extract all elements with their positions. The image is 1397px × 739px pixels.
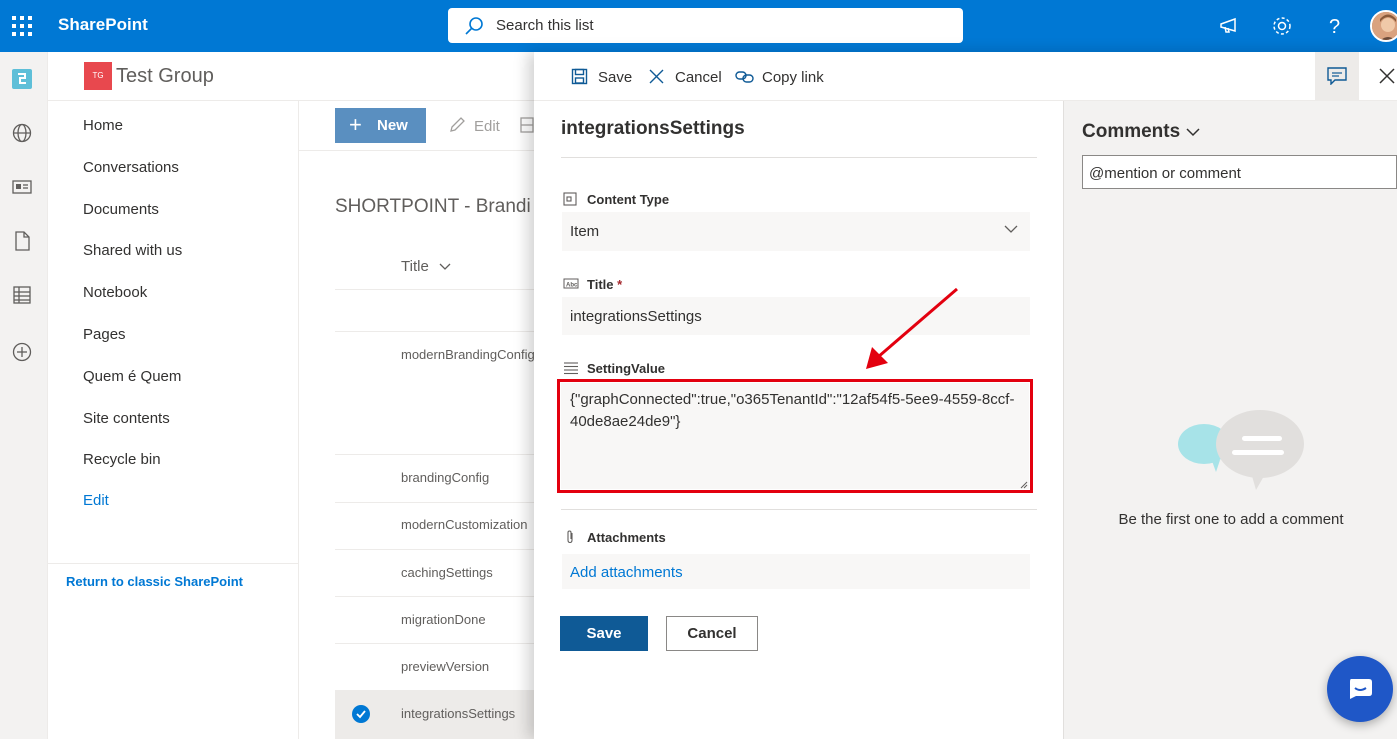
content-type-dropdown[interactable]: Item <box>562 212 1030 251</box>
nav-item-conversations[interactable]: Conversations <box>83 159 179 176</box>
comments-empty-message: Be the first one to add a comment <box>1118 511 1344 528</box>
multiline-text-icon <box>564 362 578 375</box>
news-icon[interactable] <box>11 176 33 198</box>
avatar[interactable] <box>1370 10 1397 42</box>
comments-title: Comments <box>1082 121 1181 142</box>
paperclip-icon <box>567 530 573 544</box>
panel-cancel-label: Cancel <box>675 69 722 86</box>
copy-link-label: Copy link <box>762 69 824 86</box>
new-button[interactable]: + New <box>335 108 426 143</box>
required-indicator: * <box>617 277 623 292</box>
comments-toggle-button[interactable] <box>1315 52 1359 100</box>
pencil-icon <box>450 117 465 132</box>
help-icon[interactable]: ? <box>1322 14 1346 38</box>
content-type-icon <box>563 192 577 206</box>
nav-item-home[interactable]: Home <box>83 117 123 134</box>
comments-pane: Comments @mention or comment Be the firs… <box>1063 101 1397 739</box>
panel-save-label: Save <box>598 69 633 86</box>
nav-item-quem-e-quem[interactable]: Quem é Quem <box>83 368 181 385</box>
comment-input-placeholder: @mention or comment <box>1089 165 1241 182</box>
form-divider <box>561 509 1037 510</box>
search-input[interactable]: Search this list <box>448 8 963 43</box>
text-field-icon: Abc <box>563 278 579 289</box>
edit-command-label: Edit <box>474 118 500 135</box>
nav-item-recycle-bin[interactable]: Recycle bin <box>83 451 161 468</box>
list-row-title[interactable]: migrationDone <box>401 612 486 627</box>
list-row-title[interactable]: integrationsSettings <box>401 706 515 721</box>
list-row-title[interactable]: modernCustomization <box>401 517 527 532</box>
nav-item-notebook[interactable]: Notebook <box>83 284 147 301</box>
row-divider <box>335 596 535 597</box>
site-logo[interactable]: TG <box>84 62 112 90</box>
add-attachments-link[interactable]: Add attachments <box>570 564 683 581</box>
grid-view-icon[interactable] <box>520 116 534 134</box>
new-button-label: New <box>377 117 408 134</box>
row-selected-check-icon[interactable] <box>352 705 370 723</box>
form-divider <box>561 157 1037 158</box>
search-placeholder: Search this list <box>496 17 594 34</box>
left-navigation: Home Conversations Documents Shared with… <box>48 101 299 739</box>
textarea-resize-handle[interactable] <box>1018 476 1028 489</box>
nav-item-documents[interactable]: Documents <box>83 201 159 218</box>
search-icon <box>465 17 483 35</box>
row-divider <box>335 454 535 455</box>
save-icon <box>571 68 588 85</box>
globe-icon[interactable] <box>11 122 33 144</box>
comments-header[interactable]: Comments <box>1082 121 1200 143</box>
chevron-down-icon <box>1004 225 1018 233</box>
nav-item-shared-with-us[interactable]: Shared with us <box>83 242 182 259</box>
gear-icon[interactable] <box>1270 14 1294 38</box>
row-divider <box>335 549 535 550</box>
edit-item-panel: Save Cancel Copy link integrationsSettin… <box>534 52 1397 739</box>
nav-edit-link[interactable]: Edit <box>83 492 109 509</box>
megaphone-icon[interactable] <box>1218 14 1242 38</box>
comment-input[interactable]: @mention or comment <box>1082 155 1397 189</box>
list-row-title[interactable]: modernBrandingConfig <box>401 347 535 362</box>
cancel-button[interactable]: Cancel <box>666 616 758 651</box>
close-icon <box>649 69 664 84</box>
link-icon <box>735 71 754 83</box>
site-title[interactable]: Test Group <box>116 65 214 88</box>
comment-icon <box>1327 67 1347 85</box>
chevron-down-icon <box>1186 128 1200 137</box>
list-title: SHORTPOINT - Brandi <box>335 196 531 217</box>
list-row-title[interactable]: brandingConfig <box>401 470 489 485</box>
row-divider <box>335 289 535 290</box>
annotation-arrow-icon <box>866 287 958 369</box>
nav-item-pages[interactable]: Pages <box>83 326 126 343</box>
row-divider <box>335 502 535 503</box>
list-icon[interactable] <box>11 284 33 306</box>
suite-bar: SharePoint Search this list ? <box>0 0 1397 52</box>
return-to-classic-link[interactable]: Return to classic SharePoint <box>66 574 243 589</box>
app-launcher-icon[interactable] <box>10 14 34 38</box>
row-divider <box>335 643 535 644</box>
brand-name[interactable]: SharePoint <box>58 15 148 35</box>
file-icon[interactable] <box>11 230 33 252</box>
add-circle-icon[interactable] <box>11 341 33 363</box>
column-header-label: Title <box>401 258 429 275</box>
close-panel-icon[interactable] <box>1377 66 1397 86</box>
nav-divider <box>48 563 298 564</box>
sharepoint-home-icon[interactable] <box>11 68 33 90</box>
app-bar <box>0 52 48 739</box>
attachments-field: Add attachments <box>562 554 1030 589</box>
save-button[interactable]: Save <box>560 616 648 651</box>
content-type-value: Item <box>570 223 600 240</box>
list-row-title[interactable]: cachingSettings <box>401 565 493 580</box>
annotation-highlight-box <box>557 379 1033 493</box>
row-divider <box>335 331 535 332</box>
command-bar-divider <box>299 150 539 151</box>
chat-support-button[interactable] <box>1327 656 1393 722</box>
column-header-title[interactable]: Title <box>401 258 451 275</box>
plus-icon: + <box>349 112 362 137</box>
list-row-title[interactable]: previewVersion <box>401 659 489 674</box>
nav-item-site-contents[interactable]: Site contents <box>83 410 170 427</box>
chat-icon <box>1350 679 1372 699</box>
svg-text:?: ? <box>1329 16 1340 38</box>
form-title: integrationsSettings <box>561 118 745 139</box>
chevron-down-icon <box>439 263 451 270</box>
svg-text:Abc: Abc <box>566 283 578 289</box>
title-value: integrationsSettings <box>570 308 702 325</box>
comments-empty-illustration <box>1178 410 1304 490</box>
